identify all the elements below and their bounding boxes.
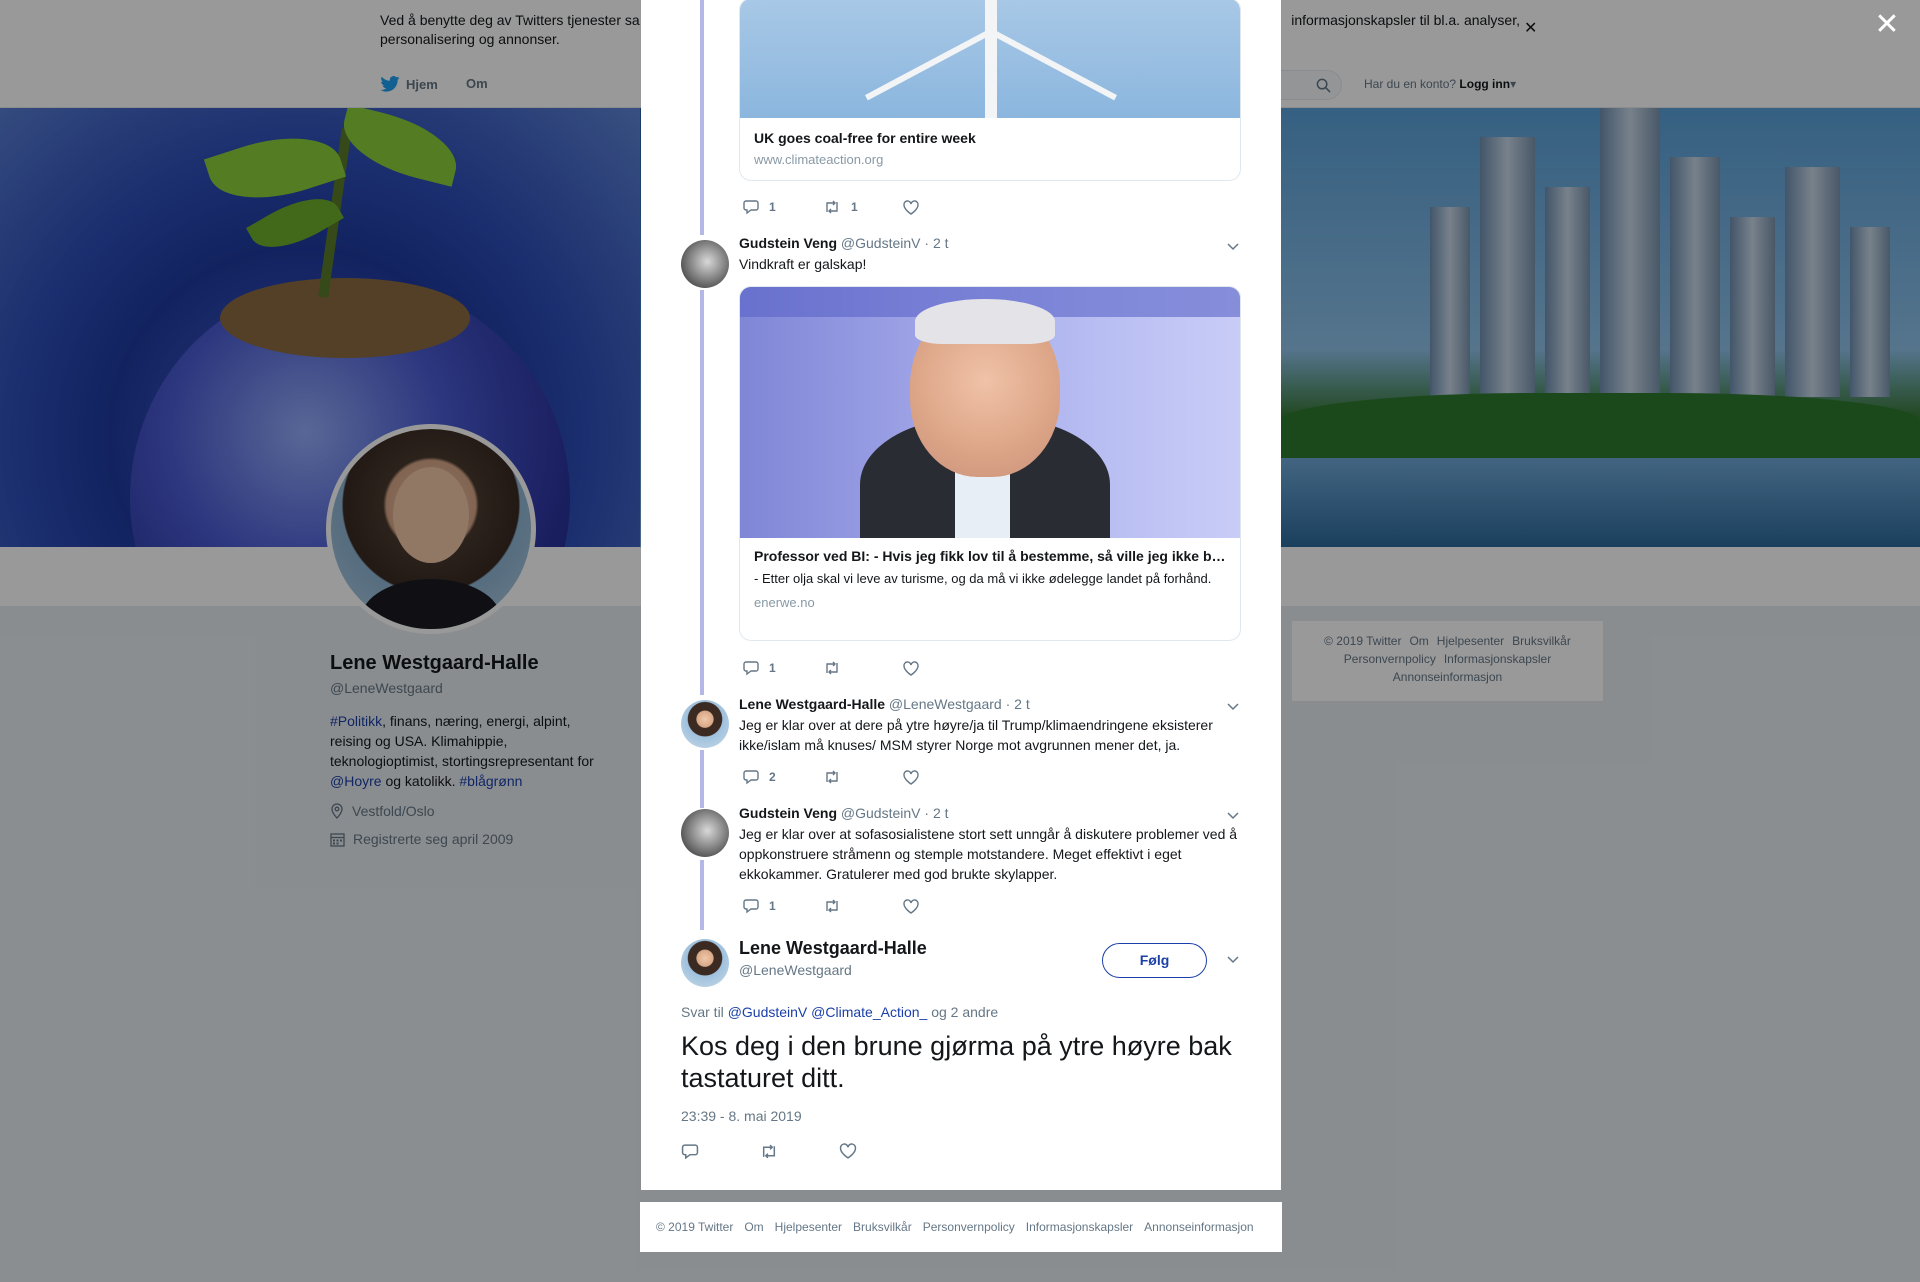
modal-footer: © 2019 Twitter Om Hjelpesenter Bruksvilk… xyxy=(640,1202,1282,1252)
footer-link-privacy[interactable]: Personvernpolicy xyxy=(923,1220,1015,1234)
tweet-time[interactable]: · 2 t xyxy=(924,805,948,821)
avatar[interactable] xyxy=(681,700,729,748)
tweet-text: Jeg er klar over at dere på ytre høyre/j… xyxy=(739,717,1213,753)
like-button[interactable] xyxy=(903,199,983,215)
turbine-blade-right xyxy=(990,29,1118,101)
chevron-down-icon[interactable] xyxy=(1225,953,1241,965)
reply-icon xyxy=(743,661,759,676)
card-url: enerwe.no xyxy=(754,595,815,610)
avatar[interactable] xyxy=(681,939,729,987)
turbine-tower xyxy=(985,0,997,118)
retweet-button[interactable] xyxy=(823,660,903,676)
heart-icon xyxy=(903,898,919,914)
retweet-button[interactable] xyxy=(823,769,903,785)
like-button[interactable] xyxy=(903,898,983,914)
avatar[interactable] xyxy=(681,809,729,857)
link-card-climateaction[interactable]: UK goes coal-free for entire week www.cl… xyxy=(739,0,1241,181)
tweet-author-handle[interactable]: @GudsteinV xyxy=(841,805,921,821)
card-image-backdrop-text xyxy=(1095,392,1240,432)
reply-context: Svar til @GudsteinV @Climate_Action_ og … xyxy=(681,1004,998,1020)
tweet-actions: 1 1 xyxy=(743,199,983,215)
retweet-icon xyxy=(826,661,838,675)
card-description: - Etter olja skal vi leve av turisme, og… xyxy=(754,571,1212,586)
focus-timestamp[interactable]: 23:39 - 8. mai 2019 xyxy=(681,1108,802,1124)
follow-button[interactable]: Følg xyxy=(1102,943,1207,978)
heart-icon[interactable] xyxy=(839,1143,857,1159)
reply-prefix: Svar til xyxy=(681,1004,724,1020)
tweet-actions: 2 xyxy=(743,769,983,785)
reply-icon xyxy=(743,899,759,914)
chevron-down-icon[interactable] xyxy=(1225,240,1241,252)
close-icon[interactable]: ✕ xyxy=(1874,10,1900,40)
footer-link-help[interactable]: Hjelpesenter xyxy=(775,1220,842,1234)
tweet-text: Jeg er klar over at sofasosialistene sto… xyxy=(739,826,1238,882)
reply-count: 1 xyxy=(769,899,776,913)
tweet-actions: 1 xyxy=(743,660,983,676)
footer-link-terms[interactable]: Bruksvilkår xyxy=(853,1220,912,1234)
thread-line xyxy=(700,0,704,235)
reply-button[interactable]: 1 xyxy=(743,199,823,215)
heart-icon xyxy=(903,199,919,215)
reply-icon xyxy=(743,770,759,785)
avatar[interactable] xyxy=(681,240,729,288)
retweet-button[interactable] xyxy=(823,898,903,914)
tweet-author-handle[interactable]: @LeneWestgaard xyxy=(889,696,1002,712)
card-title: Professor ved BI: - Hvis jeg fikk lov ti… xyxy=(754,548,1240,564)
reply-count: 1 xyxy=(769,200,776,214)
tweet-header: Lene Westgaard-Halle @LeneWestgaard · 2 … xyxy=(739,696,1030,712)
footer-link-cookies[interactable]: Informasjonskapsler xyxy=(1026,1220,1133,1234)
reply-icon xyxy=(743,200,759,215)
tweet-header: Gudstein Veng @GudsteinV · 2 t xyxy=(739,235,949,251)
reply-suffix[interactable]: og 2 andre xyxy=(931,1004,998,1020)
tweet-author-name[interactable]: Lene Westgaard-Halle xyxy=(739,696,885,712)
card-image-wind-turbine xyxy=(740,0,1240,118)
retweet-icon xyxy=(826,770,838,784)
link-card-enerwe[interactable]: Professor ved BI: - Hvis jeg fikk lov ti… xyxy=(739,286,1241,641)
tweet-author-name[interactable]: Gudstein Veng xyxy=(739,805,837,821)
like-button[interactable] xyxy=(903,660,983,676)
tweet-time[interactable]: · 2 t xyxy=(1006,696,1030,712)
tweet-modal: UK goes coal-free for entire week www.cl… xyxy=(641,0,1281,1190)
footer-link-ads-info[interactable]: Annonseinformasjon xyxy=(1144,1220,1253,1234)
retweet-icon xyxy=(826,899,838,913)
tweet-actions: 1 xyxy=(743,898,983,914)
reply-button[interactable]: 2 xyxy=(743,769,823,785)
heart-icon xyxy=(903,769,919,785)
tweet-header: Gudstein Veng @GudsteinV · 2 t xyxy=(739,805,949,821)
focus-tweet-actions xyxy=(681,1143,857,1160)
chevron-down-icon[interactable] xyxy=(1225,809,1241,821)
thread-line xyxy=(700,290,704,695)
reply-mention-climate-action[interactable]: @Climate_Action_ xyxy=(811,1004,927,1020)
reply-count: 1 xyxy=(769,661,776,675)
card-url: www.climateaction.org xyxy=(754,152,884,167)
focus-tweet-text: Kos deg i den brune gjørma på ytre høyre… xyxy=(681,1031,1232,1093)
reply-icon[interactable] xyxy=(681,1143,699,1160)
focus-author-handle[interactable]: @LeneWestgaard xyxy=(739,962,852,978)
turbine-blade-left xyxy=(864,29,992,101)
card-image-professor xyxy=(740,287,1240,538)
heart-icon xyxy=(903,660,919,676)
focus-author-name[interactable]: Lene Westgaard-Halle xyxy=(739,938,927,959)
retweet-icon xyxy=(826,200,838,214)
like-button[interactable] xyxy=(903,769,983,785)
retweet-button[interactable]: 1 xyxy=(823,199,903,215)
retweet-icon[interactable] xyxy=(759,1143,779,1160)
reply-button[interactable]: 1 xyxy=(743,898,823,914)
footer-link-about[interactable]: Om xyxy=(744,1220,763,1234)
thread-line xyxy=(700,860,704,930)
footer-copyright: © 2019 Twitter xyxy=(656,1220,734,1234)
retweet-count: 1 xyxy=(851,200,858,214)
person-hair xyxy=(915,299,1055,344)
chevron-down-icon[interactable] xyxy=(1225,700,1241,712)
tweet-author-handle[interactable]: @GudsteinV xyxy=(841,235,921,251)
reply-mention-gudsteinv[interactable]: @GudsteinV xyxy=(728,1004,808,1020)
thread-line xyxy=(700,750,704,808)
reply-button[interactable]: 1 xyxy=(743,660,823,676)
tweet-text: Vindkraft er galskap! xyxy=(739,256,867,272)
card-title: UK goes coal-free for entire week xyxy=(754,130,976,146)
reply-count: 2 xyxy=(769,770,776,784)
tweet-author-name[interactable]: Gudstein Veng xyxy=(739,235,837,251)
tweet-time[interactable]: · 2 t xyxy=(924,235,948,251)
